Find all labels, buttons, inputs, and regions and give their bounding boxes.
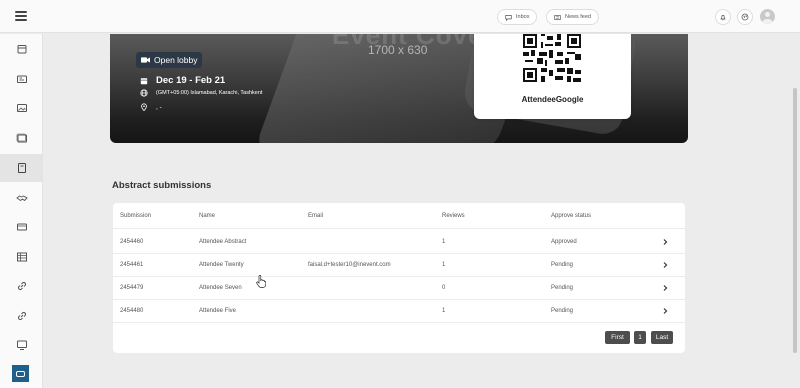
pager-last-button[interactable]: Last <box>651 331 673 344</box>
sidebar-item-media[interactable] <box>0 94 43 122</box>
header-submission: Submission <box>120 213 152 219</box>
ticket-icon <box>16 223 27 231</box>
sidebar-item-profile[interactable] <box>0 65 43 93</box>
attendee-qr-card: AttendeeGoogle <box>474 34 631 119</box>
header-status: Approve status <box>551 213 592 219</box>
event-timezone: (GMT+05:00) Islamabad, Karachi, Tashkent <box>156 90 263 96</box>
language-button[interactable] <box>737 9 753 25</box>
sidebar-item-integrations[interactable] <box>0 302 43 330</box>
event-location: , - <box>156 103 162 111</box>
cell-reviews: 1 <box>442 308 446 314</box>
cell-reviews: 0 <box>442 285 446 291</box>
image-icon <box>16 104 27 112</box>
cell-reviews: 1 <box>442 239 446 245</box>
monitor-icon <box>16 340 27 350</box>
page-scrollbar[interactable] <box>793 88 797 353</box>
section-title: Abstract submissions <box>112 180 212 191</box>
cell-status: Pending <box>551 308 574 314</box>
open-lobby-label: Open lobby <box>154 55 198 65</box>
link-icon <box>17 282 26 290</box>
pager-page-button[interactable]: 1 <box>634 331 646 344</box>
cell-submission: 2454479 <box>120 285 144 291</box>
sidebar-item-tickets[interactable] <box>0 213 43 241</box>
header-name: Name <box>199 213 216 219</box>
cell-name: Attendee Abstract <box>199 239 247 245</box>
link-alt-icon <box>17 312 26 320</box>
event-location-row: , - <box>140 103 162 111</box>
sidebar <box>0 34 43 388</box>
sidebar-item-submissions[interactable] <box>0 154 43 182</box>
map-pin-icon <box>141 103 147 111</box>
company-logo[interactable] <box>12 365 29 382</box>
calendar-icon <box>17 45 26 54</box>
inbox-label: Inbox <box>516 14 530 20</box>
cell-status: Pending <box>551 285 574 291</box>
cell-reviews: 1 <box>442 262 446 268</box>
handshake-icon <box>15 195 28 202</box>
cell-submission: 2454460 <box>120 239 144 245</box>
sidebar-item-calendar[interactable] <box>0 35 43 63</box>
table-row[interactable]: 2454480 Attendee Five 1 Pending <box>113 300 685 323</box>
sidebar-item-live[interactable] <box>0 331 43 359</box>
cell-status: Approved <box>551 239 577 245</box>
id-card-icon <box>16 75 27 83</box>
qr-code-image <box>523 34 581 82</box>
chevron-right-icon[interactable] <box>661 284 669 292</box>
header-email: Email <box>308 213 324 219</box>
header-reviews: Reviews <box>442 213 465 219</box>
event-date-row: Dec 19 - Feb 21 <box>140 75 225 86</box>
calendar-icon <box>140 77 148 84</box>
hamburger-menu-icon[interactable] <box>15 11 27 21</box>
book-icon <box>17 163 26 173</box>
top-bar: Inbox News feed <box>0 0 800 33</box>
cell-email: faisal.d+tester10@inevent.com <box>308 262 391 268</box>
table-icon <box>16 252 27 262</box>
hand-cursor-icon <box>256 275 266 288</box>
news-feed-label: News feed <box>565 14 591 20</box>
cell-name: Attendee Five <box>199 308 237 314</box>
sidebar-item-reports[interactable] <box>0 243 43 271</box>
globe-icon <box>741 13 749 21</box>
attendee-name: AttendeeGoogle <box>521 95 584 104</box>
inbox-button[interactable]: Inbox <box>497 9 538 25</box>
notifications-button[interactable] <box>715 9 731 25</box>
video-camera-icon <box>141 57 150 63</box>
chat-bubble-icon <box>505 14 512 21</box>
user-avatar[interactable] <box>760 9 775 24</box>
chevron-right-icon[interactable] <box>661 307 669 315</box>
gallery-icon <box>16 133 27 143</box>
cell-name: Attendee Seven <box>199 285 242 291</box>
pager-first-button[interactable]: First <box>605 331 630 344</box>
cell-submission: 2454480 <box>120 308 144 314</box>
submissions-table: Submission Name Email Reviews Approve st… <box>113 203 685 353</box>
newspaper-icon <box>554 14 561 20</box>
event-timezone-row: (GMT+05:00) Islamabad, Karachi, Tashkent <box>140 89 262 97</box>
open-lobby-button[interactable]: Open lobby <box>136 52 203 68</box>
table-header: Submission Name Email Reviews Approve st… <box>113 203 685 229</box>
news-feed-button[interactable]: News feed <box>546 9 599 25</box>
cell-submission: 2454461 <box>120 262 144 268</box>
chevron-right-icon[interactable] <box>661 238 669 246</box>
cell-name: Attendee Twenty <box>199 262 244 268</box>
cell-status: Pending <box>551 262 574 268</box>
table-row[interactable]: 2454460 Attendee Abstract 1 Approved <box>113 231 685 254</box>
chevron-right-icon[interactable] <box>661 261 669 269</box>
sidebar-item-gallery[interactable] <box>0 124 43 152</box>
globe-icon <box>140 89 148 97</box>
event-date: Dec 19 - Feb 21 <box>156 75 226 86</box>
table-row[interactable]: 2454461 Attendee Twenty faisal.d+tester1… <box>113 254 685 277</box>
table-row[interactable]: 2454479 Attendee Seven 0 Pending <box>113 277 685 300</box>
banner-dimensions: 1700 x 630 <box>368 43 428 57</box>
sidebar-item-networking[interactable] <box>0 184 43 212</box>
sidebar-item-links[interactable] <box>0 272 43 300</box>
bell-icon <box>720 15 726 21</box>
